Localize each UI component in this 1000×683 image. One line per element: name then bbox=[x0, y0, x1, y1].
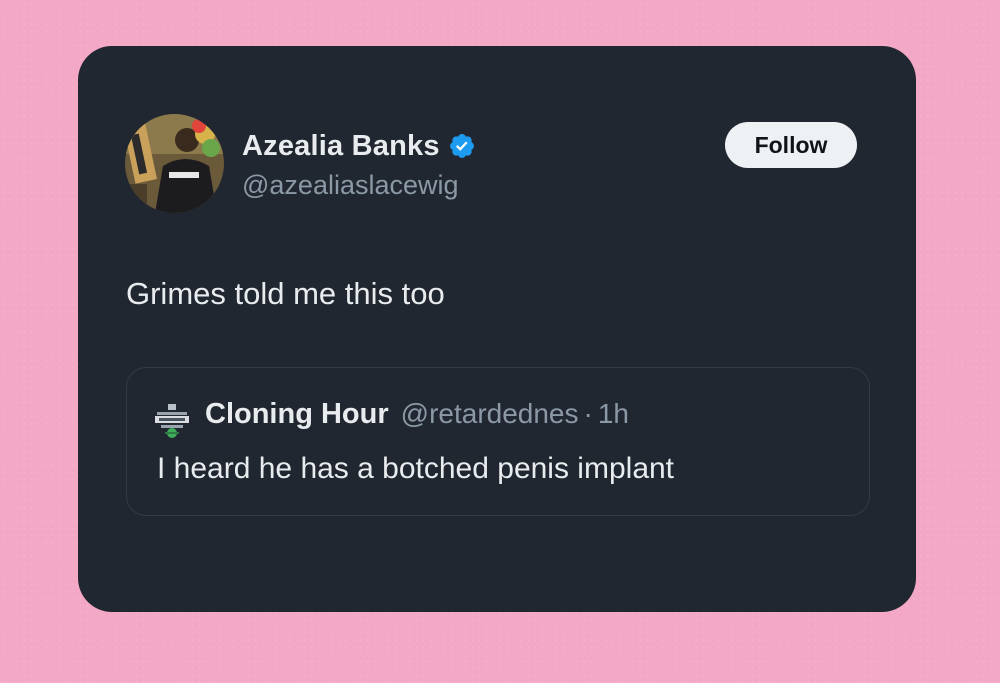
quoted-tweet-text: I heard he has a botched penis implant bbox=[157, 452, 675, 485]
quoted-tweet-header: Cloning Hour @retardednes · 1h bbox=[205, 398, 629, 431]
author-name-row: Azealia Banks bbox=[242, 126, 476, 166]
quoted-author-name[interactable]: Cloning Hour bbox=[205, 398, 389, 431]
quoted-tweet[interactable]: Cloning Hour @retardednes · 1h I heard h… bbox=[126, 367, 870, 516]
tweet-card: Azealia Banks @azealiaslacewig Follow Gr… bbox=[78, 46, 916, 612]
follow-button[interactable]: Follow bbox=[725, 122, 857, 168]
profile-photo-icon bbox=[125, 114, 224, 213]
verified-badge-icon bbox=[448, 132, 476, 160]
author-avatar[interactable] bbox=[125, 114, 224, 213]
quoted-author-handle[interactable]: @retardednes bbox=[401, 398, 579, 430]
cloning-hour-logo-icon[interactable] bbox=[153, 402, 191, 440]
quoted-timestamp[interactable]: 1h bbox=[598, 398, 629, 430]
tweet-text: Grimes told me this too bbox=[126, 276, 445, 311]
author-display-name[interactable]: Azealia Banks bbox=[242, 130, 440, 163]
author-handle[interactable]: @azealiaslacewig bbox=[242, 170, 459, 201]
dot-separator: · bbox=[583, 398, 593, 429]
